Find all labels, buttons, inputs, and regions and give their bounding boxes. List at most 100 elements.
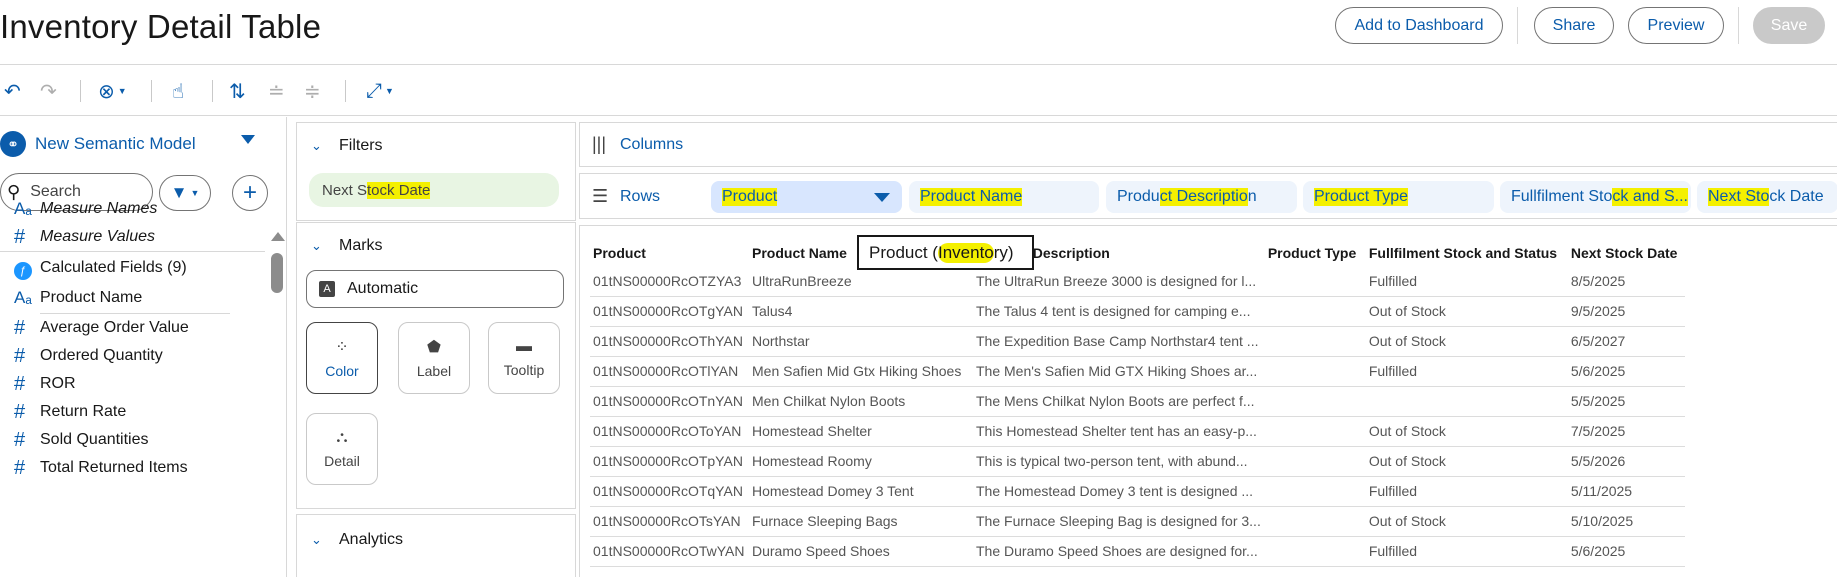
filter-button[interactable]: ▼ ▼: [159, 175, 211, 211]
label-tag-icon: ⬟: [427, 339, 441, 356]
label-mark-button[interactable]: ⬟ Label: [398, 322, 470, 394]
table-cell: 5/6/2025: [1567, 356, 1685, 387]
table-cell: 01tNS00000RcOTsYAN: [590, 506, 749, 537]
undo-icon[interactable]: ↶: [4, 78, 21, 104]
table-row[interactable]: 01tNS00000RcOTpYAN Homestead Roomy This is…: [590, 446, 1685, 477]
number-field-icon: #: [14, 400, 26, 423]
tooltip-text: Product (: [869, 242, 938, 262]
table-cell: 01tNS00000RcOThYAN: [590, 326, 749, 357]
table-cell: 5/5/2025: [1567, 386, 1685, 417]
divider: [0, 251, 265, 252]
calculated-fields-folder[interactable]: ƒ Calculated Fields (9): [0, 254, 187, 282]
pill-highlight: Product Type: [1314, 188, 1408, 206]
columns-shelf[interactable]: ||| Columns: [579, 122, 1837, 167]
row-pill-product-type[interactable]: Product Type: [1303, 181, 1494, 213]
filters-header[interactable]: ⌄ Filters: [311, 137, 383, 155]
table-row[interactable]: 01tNS00000RcOTqYAN Homestead Domey 3 Tent…: [590, 476, 1685, 507]
scroll-up-arrow-icon[interactable]: [271, 232, 285, 241]
share-button[interactable]: Share: [1534, 7, 1614, 44]
table-cell: Duramo Speed Shoes: [749, 536, 973, 567]
analytics-header[interactable]: ⌄ Analytics: [311, 531, 403, 549]
pill-text: n: [1247, 188, 1257, 205]
field-measure-names[interactable]: Aₐ Measure Names: [0, 195, 157, 223]
field-total-returned-items[interactable]: # Total Returned Items: [0, 454, 188, 482]
color-mark-button[interactable]: ⁘ Color: [306, 322, 378, 394]
field-sold-quantities[interactable]: # Sold Quantities: [0, 426, 149, 454]
table-row[interactable]: 01tNS00000RcOTnYAN Men Chilkat Nylon Boot…: [590, 386, 1685, 417]
row-pill-product[interactable]: Product: [711, 181, 902, 213]
sort-descending-icon[interactable]: ≑: [304, 78, 321, 104]
save-button[interactable]: Save: [1753, 7, 1825, 44]
sort-ascending-icon[interactable]: ≐: [268, 78, 285, 104]
column-header[interactable]: Fullfilment Stock and Status: [1366, 240, 1568, 266]
filters-panel: ⌄ Filters Next Stock Date: [296, 122, 576, 221]
text-field-icon: Aₐ: [14, 288, 32, 307]
redo-icon[interactable]: ↷: [40, 78, 57, 104]
pin-icon[interactable]: ☝: [172, 78, 184, 104]
column-header[interactable]: Product Type: [1265, 240, 1366, 266]
chevron-down-icon: ▼: [190, 188, 200, 198]
table-row[interactable]: 01tNS00000RcOTwYAN Duramo Speed Shoes The …: [590, 536, 1685, 567]
mark-button-label: Detail: [324, 453, 360, 469]
field-ordered-quantity[interactable]: # Ordered Quantity: [0, 342, 163, 370]
table-cell: [1264, 476, 1366, 507]
calculated-fields-icon: ƒ: [0, 257, 40, 280]
add-field-button[interactable]: +: [232, 175, 268, 211]
table-cell: Fulfilled: [1365, 476, 1568, 507]
field-ror[interactable]: # ROR: [0, 370, 76, 398]
field-product-name[interactable]: Aₐ Product Name: [0, 284, 142, 312]
detail-mark-button[interactable]: ⛬ Detail: [306, 413, 378, 485]
row-pill-product-description[interactable]: Produ ct Descriptio n: [1106, 181, 1297, 213]
tooltip-mark-button[interactable]: ▬ Tooltip: [488, 322, 560, 394]
rows-shelf[interactable]: ☰ Rows Product Product Name Produ ct Desc…: [579, 173, 1837, 219]
swap-icon[interactable]: ⇅: [229, 78, 246, 104]
column-header[interactable]: Next Stock Date: [1568, 240, 1685, 266]
field-average-order-value[interactable]: # Average Order Value: [0, 314, 189, 342]
row-pill-next-stock-date[interactable]: Next Sto ck Date: [1697, 181, 1837, 213]
field-measure-values[interactable]: # Measure Values: [0, 223, 155, 251]
table-row[interactable]: 01tNS00000RcOTlYAN Men Safien Mid Gtx Hik…: [590, 356, 1685, 387]
table-row[interactable]: 01tNS00000RcOThYAN Northstar The Expeditio…: [590, 326, 1685, 357]
row-pill-fulfilment-stock[interactable]: Fullfilment Sto ck and S...: [1500, 181, 1691, 213]
table-row[interactable]: 01tNS00000RcOToYAN Homestead Shelter This …: [590, 416, 1685, 447]
columns-shelf-label: ||| Columns: [592, 134, 683, 155]
tooltip-text: ry): [993, 242, 1014, 262]
pill-text: Fullfilment Sto: [1511, 188, 1613, 205]
scrollbar-thumb[interactable]: [271, 253, 283, 293]
tooltip-highlight: Invento: [937, 242, 994, 263]
chevron-down-icon: ⌄: [311, 532, 322, 547]
field-return-rate[interactable]: # Return Rate: [0, 398, 126, 426]
model-dropdown-chevron-icon[interactable]: [241, 135, 255, 144]
pill-text: Produ: [1117, 188, 1160, 205]
pill-highlight: Product: [722, 188, 778, 206]
analytics-title: Analytics: [339, 531, 404, 548]
table-cell: [1264, 266, 1366, 297]
preview-button[interactable]: Preview: [1628, 7, 1724, 44]
table-row[interactable]: 01tNS00000RcOTZYA3 UltraRunBreeze The Ultr…: [590, 266, 1685, 297]
marks-header[interactable]: ⌄ Marks: [311, 237, 383, 255]
table-cell: [1264, 416, 1366, 447]
table-row[interactable]: 01tNS00000RcOTsYAN Furnace Sleeping Bags T…: [590, 506, 1685, 537]
semantic-model-icon: ⚭: [0, 131, 26, 157]
clear-icon[interactable]: ⊗ ▼: [98, 78, 127, 104]
number-field-icon: #: [14, 456, 26, 479]
row-pill-product-name[interactable]: Product Name: [909, 181, 1099, 213]
filters-title: Filters: [339, 137, 383, 154]
semantic-model-selector[interactable]: ⚭ New Semantic Model: [0, 129, 196, 159]
filter-pill-next-stock-date[interactable]: Next Stock Date: [309, 173, 559, 207]
field-label: Measure Names: [40, 200, 158, 217]
table-row[interactable]: 01tNS00000RcOTgYAN Talus4 The Talus 4 tent…: [590, 296, 1685, 327]
table-cell: The Talus 4 tent is designed for camping…: [973, 296, 1265, 327]
table-cell: Homestead Domey 3 Tent: [749, 476, 973, 507]
table-cell: The Furnace Sleeping Bag is designed for…: [973, 506, 1265, 537]
add-to-dashboard-button[interactable]: Add to Dashboard: [1335, 7, 1503, 44]
mark-type-select[interactable]: A Automatic: [306, 270, 564, 308]
mark-button-label: Color: [325, 363, 359, 379]
fit-icon[interactable]: ⤢ ▼: [366, 78, 394, 104]
pill-highlight: Next Sto: [1708, 188, 1770, 206]
pill-highlight: ck and S...: [1612, 188, 1688, 206]
pill-highlight: Product Name: [920, 188, 1023, 206]
column-header[interactable]: Product: [590, 240, 749, 266]
table-cell: This Homestead Shelter tent has an easy-…: [973, 416, 1265, 447]
chevron-down-icon[interactable]: [874, 193, 890, 202]
